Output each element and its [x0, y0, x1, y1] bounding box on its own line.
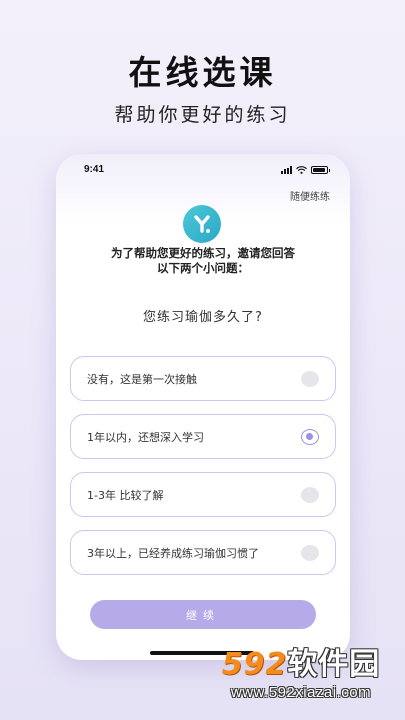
watermark: 592软件园 www.592xiazai.com: [205, 646, 397, 716]
watermark-url: www.592xiazai.com: [230, 684, 372, 701]
options-list: 没有，这是第一次接触 1年以内，还想深入学习 1-3年 比较了解 3年以上，已经…: [70, 356, 336, 588]
wifi-icon: [296, 166, 307, 174]
option-item[interactable]: 没有，这是第一次接触: [70, 356, 336, 401]
signal-icon: [281, 166, 292, 174]
hero-title: 在线选课: [128, 53, 277, 92]
status-time: 9:41: [84, 164, 105, 175]
option-label: 3年以上，已经养成练习瑜伽习惯了: [87, 546, 259, 560]
radio-button[interactable]: [301, 487, 319, 503]
continue-button[interactable]: 继续: [90, 600, 316, 629]
option-label: 没有，这是第一次接触: [87, 372, 197, 386]
option-label: 1-3年 比较了解: [87, 488, 164, 502]
hero-subtitle: 帮助你更好的练习: [114, 104, 291, 126]
option-item[interactable]: 1年以内，还想深入学习: [70, 414, 336, 459]
watermark-logo-cn: 软件园: [287, 647, 381, 682]
intro-line-1: 为了帮助您更好的练习，邀请您回答: [111, 246, 295, 260]
question-text: 您练习瑜伽多久了?: [143, 310, 263, 325]
watermark-logo-num: 592: [221, 647, 288, 682]
skip-button[interactable]: 随便练练: [290, 188, 330, 203]
radio-button[interactable]: [301, 371, 319, 387]
status-bar: 9:41: [56, 164, 350, 180]
radio-button[interactable]: [301, 545, 319, 561]
intro-line-2: 以下两个小问题：: [157, 261, 249, 275]
battery-icon: [311, 166, 330, 174]
status-icons: [281, 166, 330, 174]
option-item[interactable]: 1-3年 比较了解: [70, 472, 336, 517]
phone-mockup: 9:41 随便练练 为了帮助您更好的练习，邀请您回答 以下两个小问题： 您练习瑜…: [56, 154, 350, 660]
option-item[interactable]: 3年以上，已经养成练习瑜伽习惯了: [70, 530, 336, 575]
app-logo-icon: [183, 205, 221, 243]
option-label: 1年以内，还想深入学习: [87, 430, 204, 444]
radio-button-selected[interactable]: [301, 429, 319, 445]
intro-text: 为了帮助您更好的练习，邀请您回答 以下两个小问题：: [56, 246, 350, 276]
watermark-logo: 592软件园: [205, 646, 397, 684]
